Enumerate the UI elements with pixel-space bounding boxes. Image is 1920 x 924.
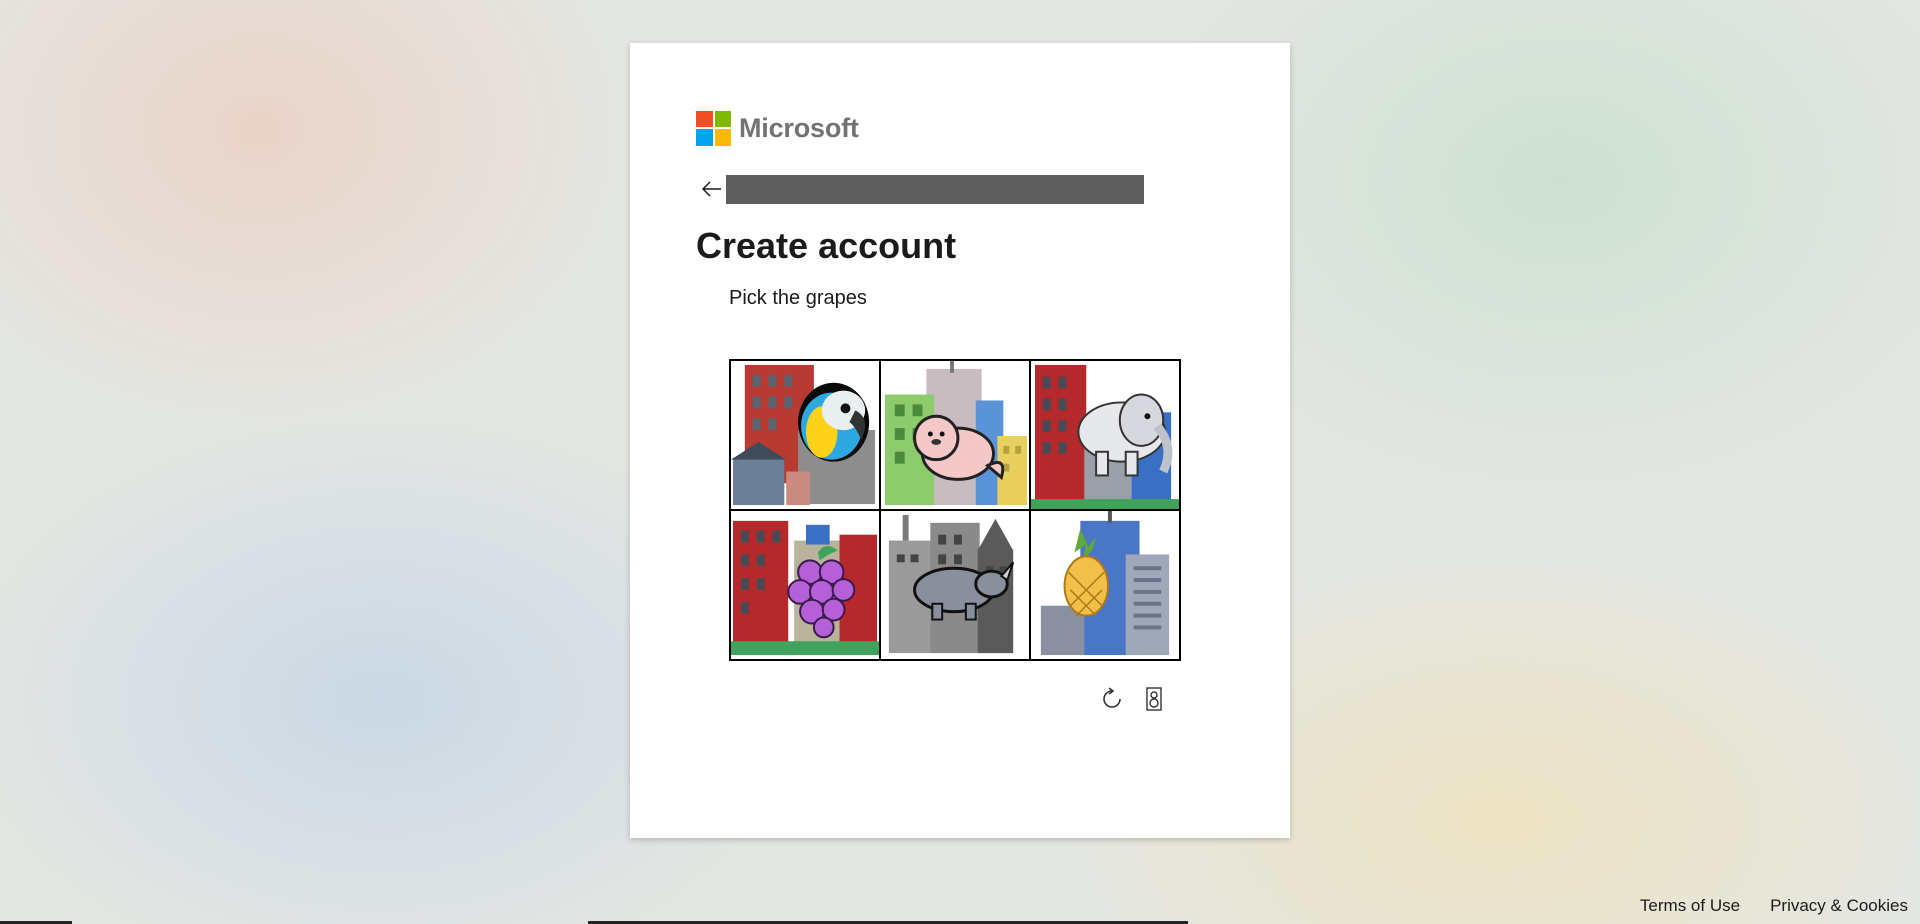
- captcha-grid: [729, 359, 1181, 661]
- captcha-tile-pineapple[interactable]: [1030, 510, 1180, 660]
- captcha-controls: [1098, 685, 1168, 713]
- captcha-tile-elephant[interactable]: [1030, 360, 1180, 510]
- captcha-instruction: Pick the grapes: [729, 287, 867, 309]
- terms-link[interactable]: Terms of Use: [1640, 896, 1740, 916]
- captcha-tile-grapes[interactable]: [730, 510, 880, 660]
- captcha-tile-parrot[interactable]: [730, 360, 880, 510]
- pineapple-icon: [1040, 511, 1170, 656]
- arrow-left-icon[interactable]: [700, 177, 724, 201]
- captcha-tile-rhino[interactable]: [880, 510, 1030, 660]
- footer-links: Terms of Use Privacy & Cookies: [1640, 896, 1908, 916]
- microsoft-logo-icon: [696, 110, 731, 146]
- redacted-identity: [726, 175, 1144, 204]
- captcha-tile-seal[interactable]: [880, 360, 1030, 510]
- grapes-icon: [731, 520, 879, 656]
- signup-card: Microsoft Create account Pick the grapes: [630, 43, 1290, 838]
- seal-icon: [884, 361, 1028, 506]
- elephant-icon: [1031, 364, 1179, 509]
- audio-icon[interactable]: [1140, 685, 1168, 713]
- rhino-icon: [888, 514, 1015, 654]
- parrot-icon: [731, 364, 876, 506]
- privacy-link[interactable]: Privacy & Cookies: [1770, 896, 1908, 916]
- brand-name: Microsoft: [739, 112, 859, 143]
- microsoft-logo: Microsoft: [696, 110, 859, 146]
- page-title: Create account: [696, 225, 957, 266]
- refresh-icon[interactable]: [1098, 685, 1126, 713]
